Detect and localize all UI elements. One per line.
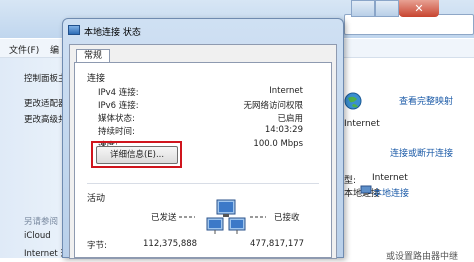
media-state-label: 媒体状态:: [98, 114, 135, 124]
maximize-button[interactable]: [375, 0, 399, 17]
ipv4-value: Internet: [269, 86, 303, 96]
address-bar[interactable]: [344, 14, 474, 35]
left-nav-pane: [0, 58, 66, 258]
local-connection-link[interactable]: 本地连接: [373, 186, 409, 199]
network-computers-icon: [206, 199, 246, 234]
ipv6-label: IPv6 连接:: [98, 101, 139, 111]
nav-control-panel-home[interactable]: 控制面板主: [24, 72, 67, 84]
access-type-value: Internet: [372, 173, 408, 183]
connect-disconnect-link[interactable]: 连接或断开连接: [390, 146, 453, 159]
local-connection-status-dialog: 本地连接 状态 常规 连接 IPv4 连接: Internet IPv6 连接:…: [62, 18, 344, 259]
sent-line: [179, 216, 195, 218]
highlight-box: [91, 141, 182, 168]
speed-value: 100.0 Mbps: [253, 139, 303, 149]
received-label: 已接收: [274, 213, 300, 223]
activity-section-heading: 活动: [87, 194, 106, 204]
nav-change-advanced-sharing[interactable]: 更改高级共: [24, 113, 67, 125]
menu-file[interactable]: 文件(F): [9, 43, 39, 56]
close-button[interactable]: ✕: [399, 0, 439, 17]
close-icon: ✕: [414, 2, 424, 15]
see-also-icloud[interactable]: iCloud: [24, 231, 51, 241]
sent-label: 已发送: [151, 213, 177, 223]
ipv6-value: 无网络访问权限: [243, 101, 303, 111]
bytes-label: 字节:: [87, 241, 107, 251]
ipv4-label: IPv4 连接:: [98, 88, 139, 98]
internet-label: Internet: [344, 119, 380, 129]
media-state-value: 已启用: [277, 114, 303, 124]
connection-section-heading: 连接: [87, 74, 106, 84]
bytes-received-value: 477,817,177: [250, 239, 305, 249]
access-type-label: 型:: [344, 176, 357, 186]
bytes-sent-value: 112,375,888: [143, 239, 198, 249]
minimize-button[interactable]: [351, 0, 375, 17]
view-full-map-link[interactable]: 查看完整映射: [399, 94, 453, 107]
section-divider: [87, 183, 319, 184]
tab-general[interactable]: 常规: [76, 49, 110, 63]
see-also-heading: 另请参阅: [24, 217, 59, 227]
globe-icon: [344, 92, 362, 110]
network-adapter-icon: [360, 185, 372, 195]
duration-label: 持续时间:: [98, 127, 135, 137]
nav-change-adapter-settings[interactable]: 更改适配器: [24, 97, 67, 109]
network-icon: [68, 25, 80, 35]
router-setup-text: 或设置路由器中继: [386, 252, 459, 262]
received-line: [250, 216, 266, 218]
duration-value: 14:03:29: [264, 125, 303, 135]
dialog-title: 本地连接 状态: [84, 28, 141, 38]
menu-edit[interactable]: 编: [50, 43, 59, 56]
